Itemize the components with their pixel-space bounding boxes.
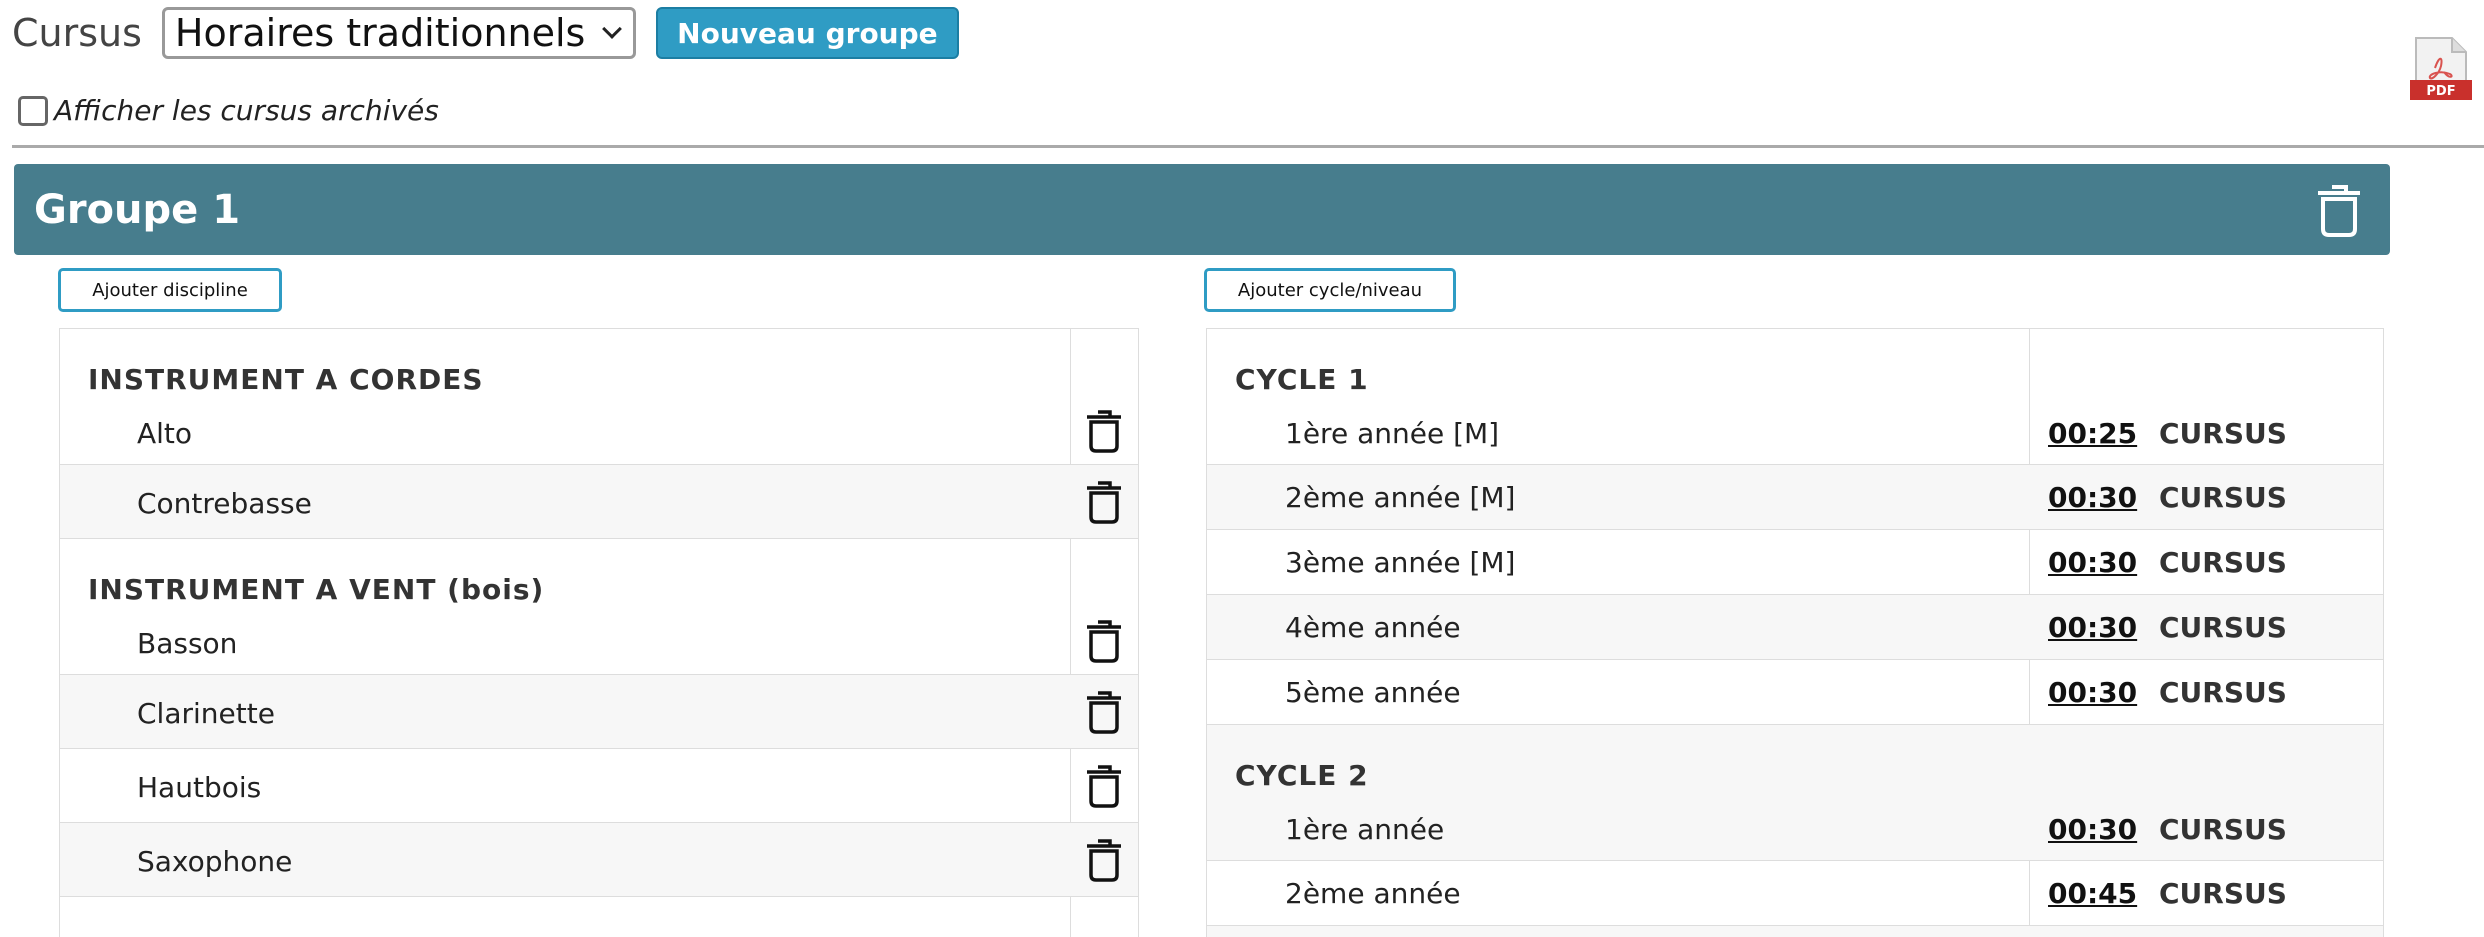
pdf-export-icon[interactable]: PDF [2410,36,2472,102]
level-label: 1ère année [1285,813,1445,846]
level-row [1207,926,2383,937]
level-label: 3ème année [M] [1285,546,1516,579]
delete-discipline-trash-icon[interactable] [1086,690,1122,734]
discipline-row: Hautbois [60,749,1138,823]
add-discipline-button[interactable]: Ajouter discipline [58,268,282,312]
add-cycle-button[interactable]: Ajouter cycle/niveau [1204,268,1456,312]
discipline-name: Alto [137,417,193,450]
discipline-row: INSTRUMENT A CORDES Alto [60,329,1138,465]
level-cursus-tag: CURSUS [2159,417,2287,450]
level-duration-link[interactable]: 00:45 [2048,877,2137,910]
show-archived-toggle[interactable]: Afficher les cursus archivés [18,94,439,127]
new-group-button[interactable]: Nouveau groupe [655,7,959,59]
level-cursus-tag: CURSUS [2159,877,2287,910]
delete-discipline-trash-icon[interactable] [1086,480,1122,524]
cursus-select-value: Horaires traditionnels [174,11,586,55]
discipline-name: Basson [137,627,238,660]
pdf-label: PDF [2426,84,2455,99]
level-row: 2ème année [M] 00:30 CURSUS [1207,465,2383,530]
level-cursus-tag: CURSUS [2159,546,2287,579]
discipline-name: Hautbois [137,771,262,804]
discipline-row: INSTRUMENT A VENT (bois) Basson [60,539,1138,675]
discipline-row [60,897,1138,937]
cycle-name: CYCLE 2 [1235,759,1369,792]
cursus-toolbar: Cursus Horaires traditionnels Nouveau gr… [12,6,959,60]
level-row: 3ème année [M] 00:30 CURSUS [1207,530,2383,595]
level-duration-link[interactable]: 00:30 [2048,676,2137,709]
delete-discipline-trash-icon[interactable] [1086,838,1122,882]
cursus-select[interactable]: Horaires traditionnels [161,7,636,59]
level-cursus-tag: CURSUS [2159,481,2287,514]
group-header: Groupe 1 [14,164,2390,255]
level-label: 2ème année [1285,877,1461,910]
discipline-row: Contrebasse [60,465,1138,539]
delete-discipline-trash-icon[interactable] [1086,764,1122,808]
level-row: CYCLE 1 1ère année [M] 00:25 CURSUS [1207,329,2383,465]
delete-group-trash-icon[interactable] [2316,183,2362,237]
level-duration-link[interactable]: 00:30 [2048,546,2137,579]
cycles-table: CYCLE 1 1ère année [M] 00:25 CURSUS 2ème… [1206,328,2384,937]
level-duration-link[interactable]: 00:30 [2048,813,2137,846]
level-label: 5ème année [1285,676,1461,709]
level-cursus-tag: CURSUS [2159,813,2287,846]
divider [12,145,2484,148]
level-cursus-tag: CURSUS [2159,676,2287,709]
level-duration-link[interactable]: 00:30 [2048,481,2137,514]
discipline-row: Saxophone [60,823,1138,897]
show-archived-label: Afficher les cursus archivés [54,94,439,127]
cycle-name: CYCLE 1 [1235,363,1369,396]
level-label: 2ème année [M] [1285,481,1516,514]
level-row: CYCLE 2 1ère année 00:30 CURSUS [1207,725,2383,861]
discipline-name: Contrebasse [137,487,312,520]
discipline-name: Saxophone [137,845,293,878]
disciplines-table: INSTRUMENT A CORDES Alto Contrebasse INS… [59,328,1139,937]
level-row: 4ème année 00:30 CURSUS [1207,595,2383,660]
discipline-name: Clarinette [137,697,275,730]
cursus-label: Cursus [12,11,142,55]
discipline-category: INSTRUMENT A VENT (bois) [88,573,545,606]
level-label: 1ère année [M] [1285,417,1500,450]
delete-discipline-trash-icon[interactable] [1086,409,1122,453]
level-row: 5ème année 00:30 CURSUS [1207,660,2383,725]
chevron-down-icon [602,19,622,39]
show-archived-checkbox[interactable] [18,95,48,126]
level-duration-link[interactable]: 00:25 [2048,417,2137,450]
group-title: Groupe 1 [34,186,241,233]
level-row: 2ème année 00:45 CURSUS [1207,861,2383,926]
discipline-category: INSTRUMENT A CORDES [88,363,484,396]
level-duration-link[interactable]: 00:30 [2048,611,2137,644]
level-label: 4ème année [1285,611,1461,644]
delete-discipline-trash-icon[interactable] [1086,619,1122,663]
discipline-row: Clarinette [60,675,1138,749]
level-cursus-tag: CURSUS [2159,611,2287,644]
